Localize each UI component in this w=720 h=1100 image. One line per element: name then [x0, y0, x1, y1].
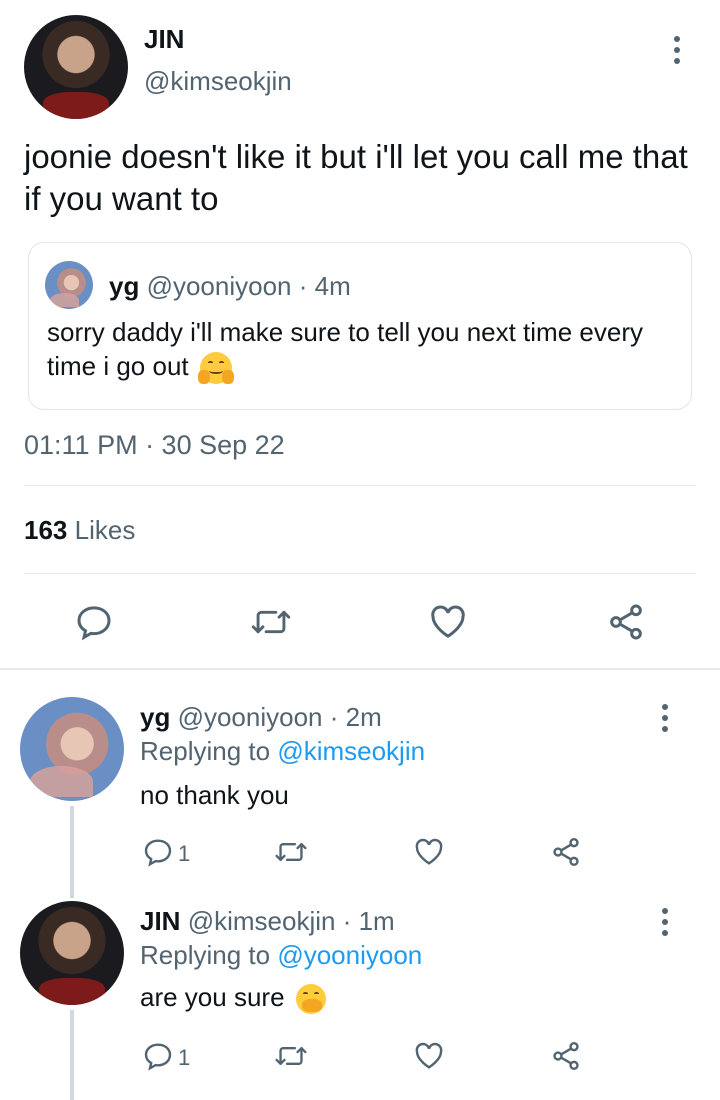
avatar[interactable]: [20, 697, 124, 801]
quoted-author-handle: @yooniyoon: [146, 271, 292, 301]
author-handle[interactable]: @kimseokjin: [188, 906, 336, 936]
reply-icon[interactable]: [142, 836, 174, 868]
avatar[interactable]: [24, 15, 128, 119]
avatar: [45, 261, 93, 309]
hugging-face-icon: [197, 352, 234, 385]
share-icon[interactable]: [606, 602, 646, 642]
divider: [24, 485, 696, 486]
quoted-tweet[interactable]: yg @yooniyoon · 4m sorry daddy i'll make…: [28, 242, 692, 410]
quoted-time: · 4m: [298, 271, 351, 301]
replying-to-link[interactable]: @yooniyoon: [277, 940, 422, 970]
thread-line: [70, 806, 74, 898]
more-options-icon[interactable]: [674, 36, 680, 69]
reply-icon[interactable]: [142, 1040, 174, 1072]
retweet-icon[interactable]: [274, 1040, 308, 1072]
likes-label: Likes: [74, 515, 136, 545]
author-name[interactable]: JIN: [140, 906, 180, 936]
more-options-icon[interactable]: [662, 908, 668, 941]
retweet-icon[interactable]: [250, 602, 292, 642]
tweet-timestamp[interactable]: 01:11 PM · 30 Sep 22: [24, 430, 285, 461]
like-icon[interactable]: [413, 836, 445, 868]
retweet-icon[interactable]: [274, 836, 308, 868]
reply-time: · 1m: [342, 906, 395, 936]
like-icon[interactable]: [413, 1040, 445, 1072]
author-handle[interactable]: @yooniyoon: [178, 702, 323, 732]
face-with-hand-over-mouth-icon: [295, 984, 326, 1015]
divider: [24, 573, 696, 574]
avatar[interactable]: [20, 901, 124, 1005]
author-name[interactable]: JIN: [144, 24, 184, 55]
author-handle[interactable]: @kimseokjin: [144, 66, 292, 97]
like-icon[interactable]: [428, 602, 468, 642]
likes-stat[interactable]: 163 Likes: [24, 515, 135, 546]
thread-line: [70, 1010, 74, 1100]
reply-count: 1: [178, 1045, 191, 1070]
reply-time: · 2m: [329, 702, 382, 732]
section-divider: [0, 668, 720, 670]
replying-to-link[interactable]: @kimseokjin: [277, 736, 425, 766]
reply-count: 1: [178, 841, 191, 866]
reply-icon[interactable]: [74, 602, 114, 642]
replying-to-label: Replying to: [140, 940, 271, 970]
more-options-icon[interactable]: [662, 704, 668, 737]
author-name[interactable]: yg: [140, 702, 170, 732]
replying-to-label: Replying to: [140, 736, 271, 766]
tweet-text: joonie doesn't like it but i'll let you …: [24, 138, 688, 217]
quoted-author-name: yg: [109, 271, 140, 301]
reply-text: no thank you: [140, 780, 289, 810]
reply-text: are you sure: [140, 982, 285, 1012]
share-icon[interactable]: [550, 836, 582, 868]
likes-count: 163: [24, 515, 68, 545]
quoted-text: sorry daddy i'll make sure to tell you n…: [47, 317, 643, 381]
share-icon[interactable]: [550, 1040, 582, 1072]
